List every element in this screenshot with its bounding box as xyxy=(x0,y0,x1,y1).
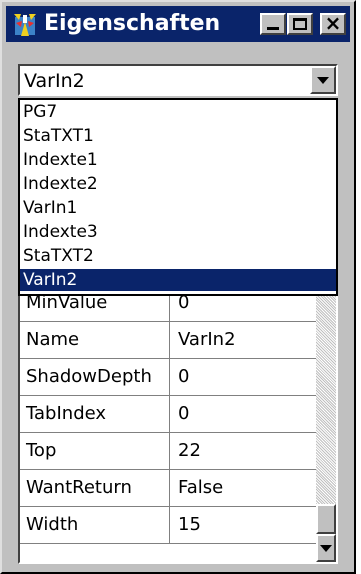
property-value[interactable]: 0 xyxy=(170,396,316,432)
property-name[interactable]: WantReturn xyxy=(20,470,170,506)
property-value[interactable]: VarIn2 xyxy=(170,322,316,358)
dropdown-item[interactable]: VarIn2 xyxy=(20,269,336,291)
dropdown-item[interactable]: VarIn1 xyxy=(20,197,336,219)
dropdown-item[interactable]: Indexte2 xyxy=(20,173,336,195)
object-select[interactable]: VarIn2 xyxy=(18,64,338,96)
property-row[interactable]: Name VarIn2 xyxy=(20,322,316,359)
property-row[interactable]: WantReturn False xyxy=(20,470,316,507)
dropdown-item[interactable]: PG7 xyxy=(20,101,336,123)
property-name[interactable]: Width xyxy=(20,507,170,543)
property-name[interactable]: Name xyxy=(20,322,170,358)
chevron-down-icon xyxy=(317,77,329,84)
dropdown-item[interactable]: Indexte1 xyxy=(20,149,336,171)
properties-window: Eigenschaften × VarIn2 MaxValue100MinVal… xyxy=(0,0,356,574)
property-value[interactable]: 22 xyxy=(170,433,316,469)
property-name[interactable]: ShadowDepth xyxy=(20,359,170,395)
property-row[interactable]: Width 15 xyxy=(20,507,316,544)
property-row[interactable]: Top 22 xyxy=(20,433,316,470)
vertical-scrollbar[interactable] xyxy=(316,272,336,562)
dropdown-item[interactable]: StaTXT2 xyxy=(20,245,336,267)
chevron-down-icon xyxy=(320,545,332,552)
object-select-value: VarIn2 xyxy=(24,70,85,92)
scroll-down-button[interactable] xyxy=(316,534,336,562)
property-value[interactable]: 15 xyxy=(170,507,316,543)
close-icon: × xyxy=(324,11,342,35)
property-grid: MaxValue100MinValue0NameVarIn2ShadowDept… xyxy=(18,270,338,564)
property-name[interactable]: TabIndex xyxy=(20,396,170,432)
property-name[interactable]: Top xyxy=(20,433,170,469)
maximize-button[interactable] xyxy=(287,13,313,35)
title-bar[interactable]: Eigenschaften × xyxy=(6,6,350,42)
properties-app-icon xyxy=(14,14,36,36)
property-value[interactable]: False xyxy=(170,470,316,506)
minimize-button[interactable] xyxy=(260,13,286,35)
object-select-dropdown-button[interactable] xyxy=(310,66,336,94)
scrollbar-thumb[interactable] xyxy=(316,504,336,534)
property-value[interactable]: 0 xyxy=(170,359,316,395)
dropdown-item[interactable]: Indexte3 xyxy=(20,221,336,243)
property-row[interactable]: TabIndex 0 xyxy=(20,396,316,433)
property-row[interactable]: ShadowDepth 0 xyxy=(20,359,316,396)
window-title: Eigenschaften xyxy=(44,11,221,36)
object-dropdown-list[interactable]: PG7 StaTXT1 Indexte1 Indexte2 VarIn1 Indexte3… xyxy=(18,98,338,296)
close-button[interactable]: × xyxy=(320,11,346,35)
dropdown-item[interactable]: StaTXT1 xyxy=(20,125,336,147)
